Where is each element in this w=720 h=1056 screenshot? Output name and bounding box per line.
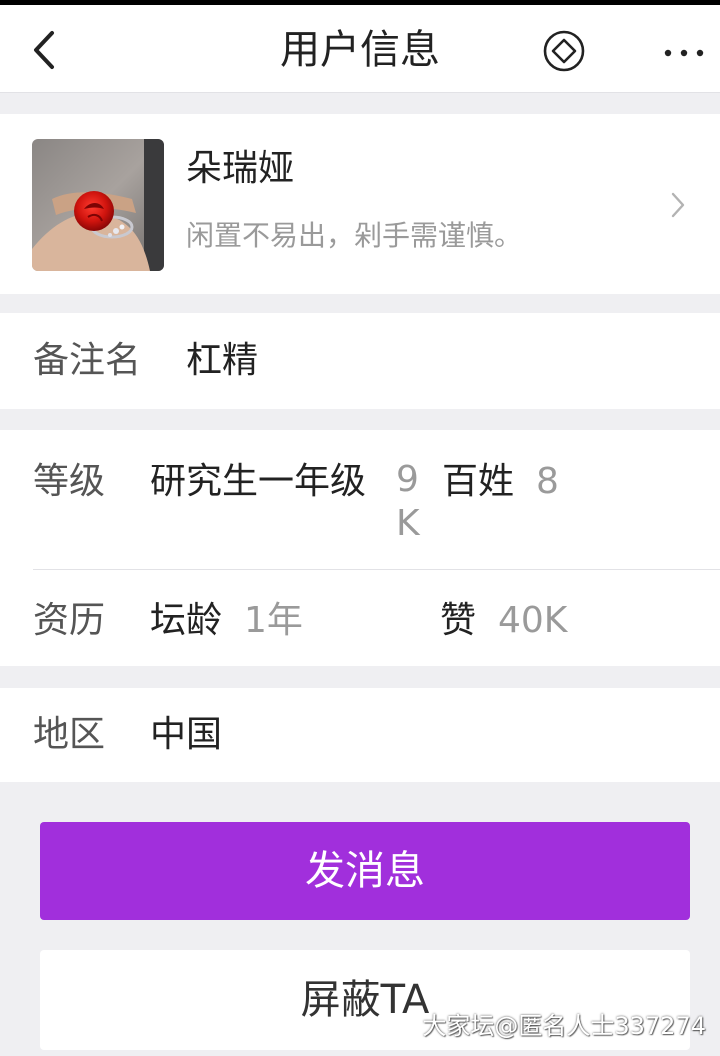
avatar-image: [32, 139, 164, 271]
age-label: 坛龄: [150, 600, 223, 641]
diamond-circle-icon: [543, 30, 585, 72]
chevron-right-icon: [671, 192, 685, 218]
send-message-button[interactable]: 发消息: [40, 822, 690, 920]
level-value: 研究生一年级: [150, 461, 367, 502]
level-number: 9K: [396, 459, 420, 544]
likes-value: 40K: [498, 600, 568, 641]
page-title: 用户信息: [280, 27, 440, 73]
level-label: 等级: [33, 461, 106, 502]
region-value: 中国: [150, 714, 223, 755]
divider: [33, 569, 720, 570]
likes-label: 赞: [440, 600, 477, 641]
title-value: 百姓: [442, 461, 515, 502]
user-bio: 闲置不易出，剁手需谨慎。: [186, 219, 523, 252]
chevron-left-icon: [34, 31, 54, 69]
user-name: 朵瑞娅: [186, 148, 295, 189]
remark-row[interactable]: 备注名 杠精: [0, 313, 720, 409]
history-label: 资历: [33, 600, 106, 641]
age-value: 1年: [244, 600, 303, 641]
remark-label: 备注名: [33, 340, 142, 381]
block-user-button[interactable]: 屏蔽TA: [40, 950, 690, 1050]
region-label: 地区: [33, 714, 106, 755]
diamond-button[interactable]: [542, 29, 586, 73]
user-info-page: 用户信息 朵瑞娅 闲置不易出，剁手需谨慎。 备注名 杠精 等级 研究生一年级 9…: [0, 0, 720, 1056]
region-row: 地区 中国: [0, 688, 720, 782]
more-button[interactable]: [660, 45, 708, 59]
remark-value: 杠精: [186, 340, 259, 381]
nav-bar: 用户信息: [0, 5, 720, 93]
stats-card: 等级 研究生一年级 9K 百姓 8 资历 坛龄 1年 赞 40K: [0, 430, 720, 666]
profile-card[interactable]: 朵瑞娅 闲置不易出，剁手需谨慎。: [0, 114, 720, 294]
avatar[interactable]: [32, 139, 164, 271]
more-horizontal-icon: [664, 49, 704, 57]
back-button[interactable]: [26, 27, 66, 73]
title-number: 8: [536, 461, 559, 502]
